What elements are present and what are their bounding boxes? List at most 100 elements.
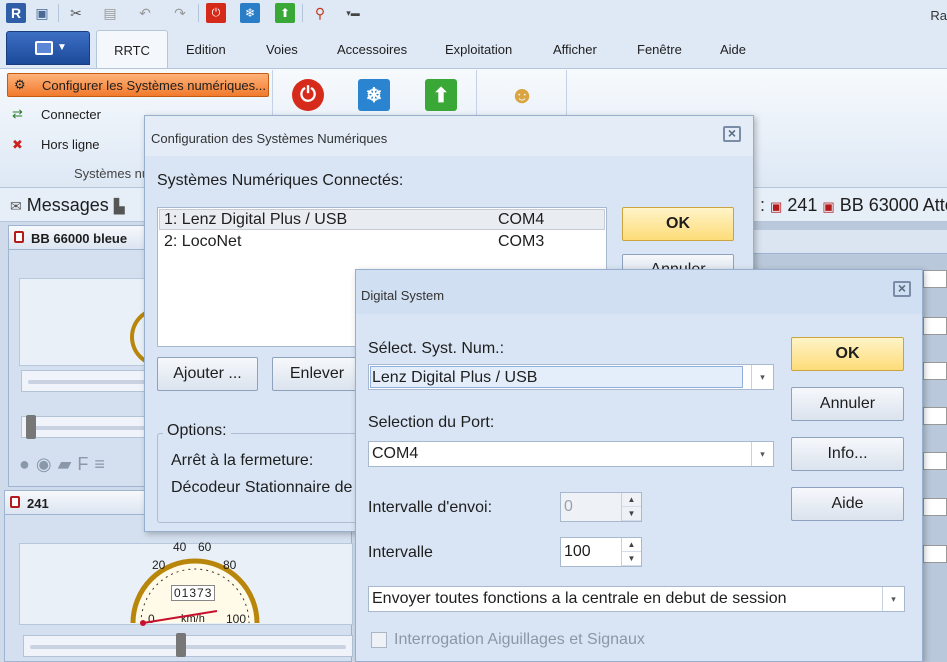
connect-button[interactable]: Connecter xyxy=(41,107,101,122)
tools-icon[interactable]: ✂ xyxy=(66,3,86,23)
configure-digital-systems-button[interactable]: ⚙ Configurer les Systèmes numériques... xyxy=(7,73,269,97)
close-icon[interactable]: × xyxy=(893,281,911,297)
list-item[interactable]: 1: Lenz Digital Plus / USB COM4 xyxy=(159,209,605,230)
tab-aide[interactable]: Aide xyxy=(720,42,746,57)
poll-checkbox[interactable] xyxy=(371,632,387,648)
help-button[interactable]: Aide xyxy=(791,487,904,521)
send-interval-input[interactable]: 0 ▲ ▼ xyxy=(560,492,642,522)
port-label: Selection du Port: xyxy=(368,414,495,431)
system-select-value: Lenz Digital Plus / USB xyxy=(370,366,743,388)
loco-tab-241[interactable]: 241 xyxy=(787,195,817,215)
remove-button[interactable]: Enlever xyxy=(272,357,362,391)
undo-icon[interactable]: ↶ xyxy=(135,3,155,23)
user-name: Ra xyxy=(930,8,947,23)
stop-icon[interactable]: ⏻ xyxy=(206,3,226,23)
spin-buttons[interactable]: ▲ ▼ xyxy=(621,493,641,521)
system-port: COM4 xyxy=(498,211,545,228)
options-group xyxy=(157,433,377,523)
interval-value: 100 xyxy=(564,543,591,560)
dial-label: 100 xyxy=(226,612,247,626)
app-logo-icon: R xyxy=(6,3,26,23)
select-system-label: Sélect. Syst. Num.: xyxy=(368,340,505,357)
info-button[interactable]: Info... xyxy=(791,437,904,471)
ok-button[interactable]: OK xyxy=(622,207,734,241)
digital-system-dialog: Digital System × Sélect. Syst. Num.: Len… xyxy=(355,269,923,662)
ok-button[interactable]: OK xyxy=(791,337,904,371)
dial-label: 40 xyxy=(173,540,187,554)
ribbon-group-label: Systèmes nu xyxy=(74,166,150,181)
dial-label: 60 xyxy=(198,540,212,554)
properties-icon[interactable]: ▤ xyxy=(100,3,120,23)
app-menu-icon xyxy=(35,41,53,55)
configure-label: Configurer les Systèmes numériques... xyxy=(42,78,266,93)
spin-buttons[interactable]: ▲ ▼ xyxy=(621,538,641,566)
system-select[interactable]: Lenz Digital Plus / USB ▾ xyxy=(368,364,774,390)
interval-input[interactable]: 100 ▲ ▼ xyxy=(560,537,642,567)
loco-list-icon: ▙ xyxy=(113,198,125,214)
odometer: 01373 xyxy=(171,585,216,601)
tab-rrtc[interactable]: RRTC xyxy=(96,30,168,69)
system-name: 1: Lenz Digital Plus / USB xyxy=(164,211,348,228)
freeze-big-icon[interactable]: ❄ xyxy=(358,79,390,111)
close-icon[interactable]: × xyxy=(723,126,741,142)
customize-dropdown-icon[interactable]: ▾▬ xyxy=(343,3,363,23)
tab-exploitation[interactable]: Exploitation xyxy=(445,42,512,57)
resume-big-icon[interactable]: ⬆ xyxy=(425,79,457,111)
function-buttons[interactable]: ●◉▰F≡ xyxy=(19,454,111,475)
save-icon[interactable]: ▣ xyxy=(32,3,52,23)
offline-icon: ✖ xyxy=(12,137,23,152)
messages-tab[interactable]: ✉ Messages ▙ xyxy=(10,195,125,216)
speed-slider[interactable] xyxy=(23,633,353,657)
user-add-icon[interactable]: ☻ xyxy=(506,80,538,112)
loco-icon xyxy=(14,231,24,243)
port-select-value: COM4 xyxy=(372,445,419,462)
functions-select-value: Envoyer toutes fonctions a la centrale e… xyxy=(372,590,787,607)
digital-dialog-title: Digital System xyxy=(356,270,922,314)
application-menu-button[interactable]: ▼ xyxy=(6,31,90,65)
signal-column xyxy=(923,270,947,662)
tab-edition[interactable]: Edition xyxy=(186,42,226,57)
tab-afficher[interactable]: Afficher xyxy=(553,42,597,57)
speed-slider[interactable] xyxy=(21,370,154,392)
quick-access-toolbar: R ▣ ✂ ▤ ↶ ↷ ⏻ ❄ ⬆ ⚲ ▾▬ Ra xyxy=(0,0,947,28)
pin-icon[interactable]: ⚲ xyxy=(310,3,330,23)
offline-button[interactable]: Hors ligne xyxy=(41,137,100,152)
loco-panel: BB 66000 bleue ●◉▰F≡ xyxy=(8,225,170,487)
loco-tab-bb63000[interactable]: BB 63000 Atte xyxy=(840,195,947,215)
dial-label: 80 xyxy=(223,558,237,572)
send-interval-value: 0 xyxy=(564,498,573,515)
send-interval-label: Intervalle d'envoi: xyxy=(368,499,493,516)
poll-label: Interrogation Aiguillages et Signaux xyxy=(394,631,645,648)
go-icon[interactable]: ⬆ xyxy=(275,3,295,23)
configure-icon: ⚙ xyxy=(14,77,26,92)
loco-icon: ▣ xyxy=(770,199,783,214)
chevron-down-icon: ▾ xyxy=(751,442,773,466)
redo-icon[interactable]: ↷ xyxy=(170,3,190,23)
port-select[interactable]: COM4 ▾ xyxy=(368,441,774,467)
loco-icon xyxy=(10,496,20,508)
emergency-stop-icon[interactable]: ⏻ xyxy=(292,79,324,111)
messages-label: Messages xyxy=(26,195,109,215)
ribbon-separator xyxy=(476,70,477,115)
tab-voies[interactable]: Voies xyxy=(266,42,298,57)
freeze-icon[interactable]: ❄ xyxy=(240,3,260,23)
ribbon-separator xyxy=(566,70,567,115)
throttle-slider[interactable] xyxy=(21,415,154,439)
tab-fenetre[interactable]: Fenêtre xyxy=(637,42,682,57)
list-item[interactable]: 2: LocoNet COM3 xyxy=(159,231,605,252)
loco-panel-header: BB 66000 bleue xyxy=(9,226,152,250)
dial-label: 20 xyxy=(152,558,166,572)
options-label: Options: xyxy=(163,422,231,440)
cancel-button[interactable]: Annuler xyxy=(791,387,904,421)
system-port: COM3 xyxy=(498,233,545,250)
chevron-down-icon: ▼ xyxy=(57,42,67,53)
interval-label: Intervalle xyxy=(368,544,433,561)
system-name: 2: LocoNet xyxy=(164,233,242,250)
tab-accessoires[interactable]: Accessoires xyxy=(337,42,407,57)
option-label: Décodeur Stationnaire de xyxy=(171,479,353,496)
functions-select[interactable]: Envoyer toutes fonctions a la centrale e… xyxy=(368,586,905,612)
qat-separator xyxy=(58,4,59,22)
add-button[interactable]: Ajouter ... xyxy=(157,357,258,391)
messages-icon: ✉ xyxy=(10,198,22,214)
speedometer xyxy=(19,278,170,367)
